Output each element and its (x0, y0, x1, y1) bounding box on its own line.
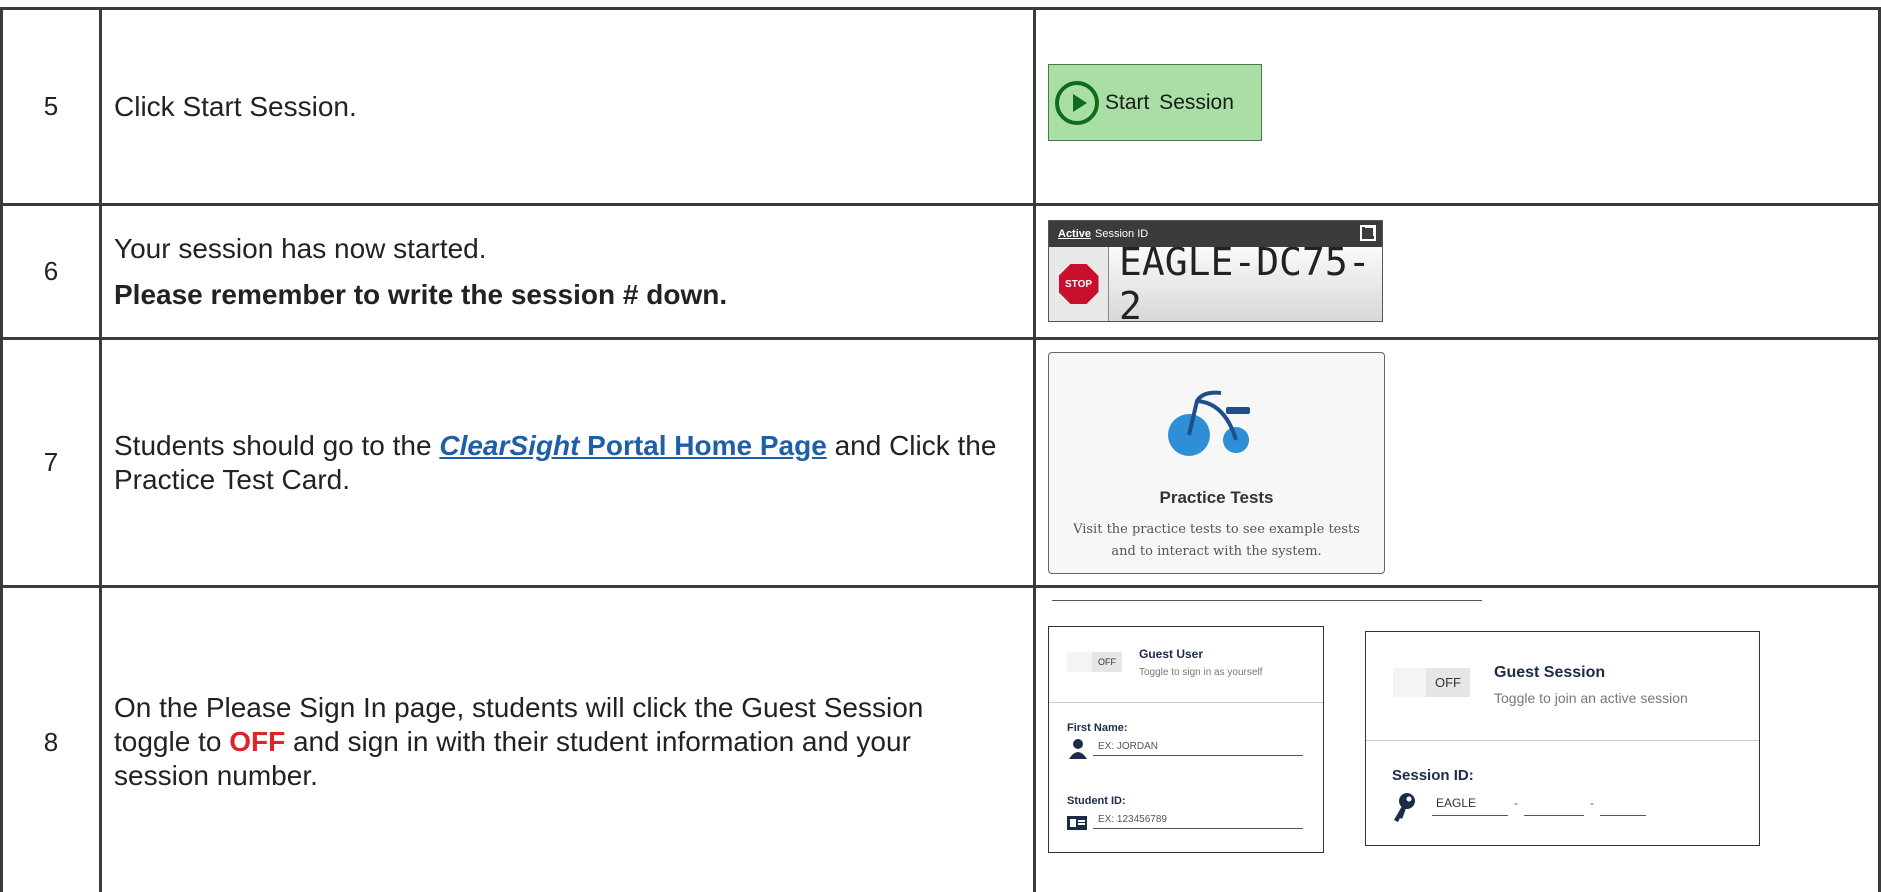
play-circle-icon (1055, 80, 1099, 125)
link-italic: ClearSight (439, 429, 580, 461)
active-label[interactable]: Active (1058, 228, 1091, 240)
person-icon (1069, 739, 1087, 759)
step-row-6: 6 Your session has now started. Please r… (0, 203, 1881, 340)
toggle-state: OFF (1092, 652, 1122, 672)
first-name-label: First Name: (1067, 722, 1128, 734)
session-segment-3[interactable] (1600, 796, 1646, 816)
session-segment-1[interactable]: EAGLE (1432, 796, 1508, 816)
card-title: Practice Tests (1159, 488, 1274, 507)
instruction-pre: Students should go to the (114, 429, 440, 461)
start-session-button[interactable]: Start Session (1048, 64, 1262, 141)
guest-user-title: Guest User (1139, 647, 1204, 661)
step-screenshot: Practice Tests Visit the practice tests … (1033, 337, 1881, 588)
active-session-panel: Active Session ID STOP EAGLE-DC75-2 (1048, 220, 1383, 328)
instruction-text: Students should go to the ClearSight Por… (114, 429, 1003, 497)
session-segment-2[interactable] (1524, 796, 1584, 816)
instructions-table: 5 Click Start Session. Start Session 6 Y… (0, 7, 1881, 892)
practice-test-card[interactable]: Practice Tests Visit the practice tests … (1048, 352, 1385, 574)
step-instruction: Students should go to the ClearSight Por… (99, 337, 1036, 588)
segment-separator: - (1514, 796, 1518, 810)
step-number: 7 (0, 337, 102, 588)
step-screenshot: Start Session (1033, 7, 1881, 206)
id-card-icon (1067, 816, 1087, 830)
step-row-5: 5 Click Start Session. Start Session (0, 7, 1881, 206)
card-description: Visit the practice tests to see example … (1073, 522, 1360, 559)
start-session-label: Start Session (1105, 90, 1234, 114)
divider (1052, 600, 1482, 601)
link-rest: Portal Home Page (579, 429, 827, 461)
instruction-text: On the Please Sign In page, students wil… (114, 691, 1003, 793)
tricycle-icon (1168, 390, 1250, 456)
step-instruction: Click Start Session. (99, 7, 1036, 206)
step-screenshot: OFF Guest User Toggle to sign in as your… (1033, 585, 1881, 892)
session-id-header-label: Session ID (1095, 228, 1149, 240)
guest-user-panel: OFF Guest User Toggle to sign in as your… (1048, 626, 1324, 853)
step-number: 5 (0, 7, 102, 206)
instruction-emphasis: Please remember to write the session # d… (114, 278, 728, 310)
stop-sign-icon: STOP (1058, 264, 1099, 304)
step-screenshot: Active Session ID STOP EAGLE-DC75-2 (1033, 203, 1881, 340)
session-id-label: Session ID: (1392, 767, 1474, 784)
student-id-input[interactable]: EX: 123456789 (1093, 814, 1303, 829)
toggle-state: OFF (1426, 668, 1470, 697)
stop-session-button[interactable]: STOP (1049, 247, 1109, 321)
guest-user-header: OFF Guest User Toggle to sign in as your… (1049, 627, 1323, 703)
guest-session-panel: OFF Guest Session Toggle to join an acti… (1365, 631, 1760, 846)
off-highlight: OFF (229, 726, 286, 758)
instruction-text: Your session has now started. (114, 232, 487, 264)
guest-session-toggle[interactable]: OFF (1393, 668, 1470, 697)
first-name-input[interactable]: EX: JORDAN (1093, 741, 1303, 756)
step-instruction: On the Please Sign In page, students wil… (99, 585, 1036, 892)
external-link-icon[interactable] (1360, 225, 1376, 241)
step-number: 6 (0, 203, 102, 340)
instruction-text: Click Start Session. (114, 90, 357, 122)
step-row-8: 8 On the Please Sign In page, students w… (0, 585, 1881, 892)
key-icon (1394, 793, 1415, 822)
step-instruction: Your session has now started. Please rem… (99, 203, 1036, 340)
session-id-value: EAGLE-DC75-2 (1109, 240, 1382, 328)
stop-label: STOP (1064, 278, 1093, 290)
step-row-7: 7 Students should go to the ClearSight P… (0, 337, 1881, 588)
session-body: STOP EAGLE-DC75-2 (1049, 240, 1382, 328)
guest-session-header: OFF Guest Session Toggle to join an acti… (1366, 632, 1759, 741)
guest-user-toggle[interactable]: OFF (1067, 652, 1122, 672)
step-number: 8 (0, 585, 102, 892)
student-id-label: Student ID: (1067, 795, 1126, 807)
session-header: Active Session ID (1049, 221, 1382, 247)
guest-session-subtitle: Toggle to join an active session (1494, 690, 1688, 706)
guest-user-subtitle: Toggle to sign in as yourself (1139, 667, 1263, 678)
guest-session-title: Guest Session (1494, 664, 1606, 681)
segment-separator: - (1590, 796, 1594, 810)
portal-home-link[interactable]: ClearSight Portal Home Page (439, 430, 826, 461)
